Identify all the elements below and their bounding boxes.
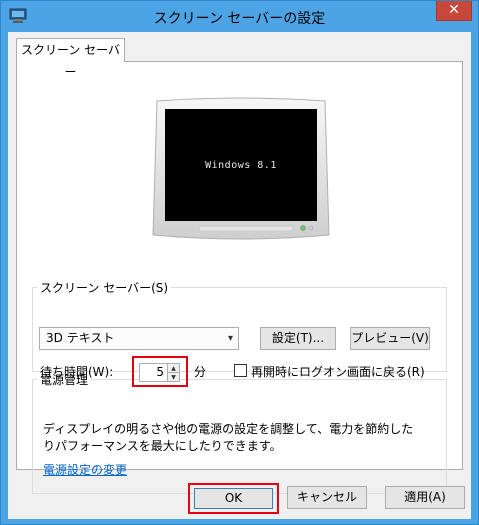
- wait-time-input[interactable]: 5: [139, 363, 167, 382]
- title-bar[interactable]: スクリーン セーバーの設定 ✕: [1, 1, 478, 32]
- wait-time-stepper: ▲ ▼: [167, 363, 180, 382]
- wait-time-highlight: 5 ▲ ▼: [132, 356, 188, 387]
- logon-checkbox[interactable]: [234, 364, 247, 377]
- apply-button[interactable]: 適用(A): [385, 486, 465, 509]
- cancel-button[interactable]: キャンセル: [287, 486, 367, 509]
- monitor-preview: Windows 8.1: [151, 97, 331, 243]
- tab-screen-saver[interactable]: スクリーン セーバー: [16, 38, 125, 79]
- power-description: ディスプレイの明るさや他の電源の設定を調整して、電力を節約したりパフォーマンスを…: [43, 422, 414, 453]
- screen-saver-select[interactable]: 3D テキスト ▾: [39, 327, 239, 350]
- screen-saver-group: スクリーン セーバー(S): [32, 279, 447, 372]
- wait-time-unit: 分: [194, 365, 207, 379]
- chevron-down-icon: ▾: [227, 333, 233, 344]
- wait-time-label: 待ち時間(W):: [40, 365, 114, 379]
- close-button[interactable]: ✕: [436, 1, 472, 21]
- logon-checkbox-label[interactable]: 再開時にログオン画面に戻る(R): [251, 363, 425, 380]
- preview-screen-text: Windows 8.1: [205, 160, 277, 171]
- screen-saver-group-label: スクリーン セーバー(S): [40, 281, 169, 295]
- settings-button[interactable]: 設定(T)...: [260, 327, 336, 350]
- screen-saver-settings-window: スクリーン セーバーの設定 ✕ スクリーン セーバー Windows 8.1 ス…: [0, 0, 479, 525]
- ok-button[interactable]: OK: [194, 488, 273, 509]
- tab-panel: Windows 8.1 スクリーン セーバー(S) 電源管理 3D テキスト ▾…: [16, 61, 463, 494]
- triangle-up-icon[interactable]: ▲: [168, 364, 179, 373]
- triangle-down-icon[interactable]: ▼: [168, 373, 179, 382]
- preview-button[interactable]: プレビュー(V): [350, 327, 430, 350]
- window-title: スクリーン セーバーの設定: [153, 11, 326, 27]
- change-power-settings-link[interactable]: 電源設定の変更: [43, 461, 127, 478]
- dialog-client-area: スクリーン セーバー Windows 8.1 スクリーン セーバー(S) 電源管…: [8, 32, 471, 519]
- screen-saver-select-value: 3D テキスト: [46, 331, 115, 345]
- ok-button-highlight: OK: [188, 483, 279, 514]
- close-icon: ✕: [448, 2, 460, 18]
